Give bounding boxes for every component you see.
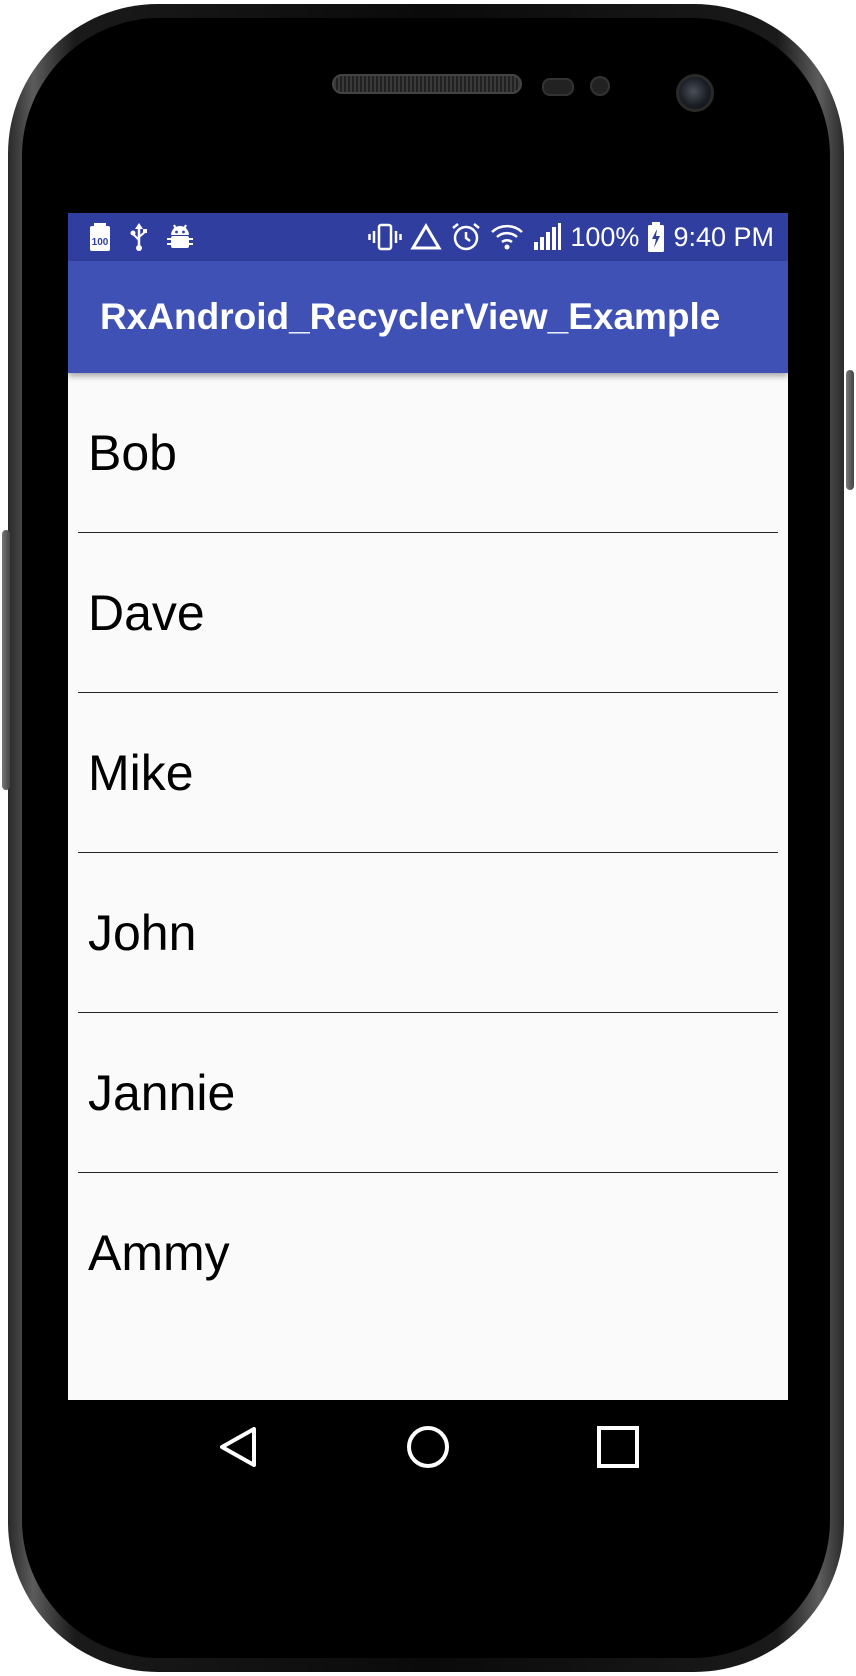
app-toolbar: RxAndroid_RecyclerView_Example: [68, 261, 788, 373]
status-bar: 100 100% 9:40 PM: [68, 213, 788, 261]
status-left-icons: 100: [88, 213, 194, 261]
list-item[interactable]: Mike: [68, 693, 788, 853]
list-item-label: Jannie: [88, 1065, 236, 1121]
navigation-bar: [68, 1400, 788, 1494]
battery-charging-icon: [647, 221, 665, 253]
list-item-label: Ammy: [88, 1225, 230, 1281]
power-button[interactable]: [846, 370, 854, 490]
vibrate-icon: [368, 222, 403, 252]
list-item-label: Bob: [88, 425, 177, 481]
list-item[interactable]: Bob: [68, 373, 788, 533]
list-item-label: Dave: [88, 585, 205, 641]
volume-button[interactable]: [2, 530, 10, 790]
earpiece-speaker: [332, 74, 522, 94]
list-item[interactable]: Dave: [68, 533, 788, 693]
recycler-list[interactable]: Bob Dave Mike John Jannie Ammy: [68, 373, 788, 1333]
status-right-icons: 100% 9:40 PM: [368, 213, 774, 261]
status-time: 9:40 PM: [673, 221, 774, 252]
battery-percent: 100%: [570, 221, 640, 252]
back-icon: [220, 1427, 256, 1467]
front-camera: [676, 74, 714, 112]
home-icon: [407, 1426, 449, 1468]
list-item[interactable]: John: [68, 853, 788, 1013]
list-item[interactable]: Jannie: [68, 1013, 788, 1173]
warning-triangle-icon: [410, 222, 443, 252]
signal-icon: [532, 222, 562, 252]
list-item-label: Mike: [88, 745, 194, 801]
list-item-label: John: [88, 905, 197, 961]
proximity-sensor: [542, 78, 574, 96]
light-sensor: [590, 76, 610, 96]
alarm-icon: [450, 221, 482, 253]
home-button[interactable]: [380, 1400, 476, 1494]
back-button[interactable]: [190, 1400, 286, 1494]
list-item[interactable]: Ammy: [68, 1173, 788, 1333]
svg-text:100: 100: [92, 237, 109, 248]
recents-icon: [597, 1426, 639, 1468]
battery-100-icon: 100: [88, 222, 112, 252]
toolbar-title: RxAndroid_RecyclerView_Example: [100, 296, 721, 337]
android-debug-icon: [166, 222, 194, 252]
app-screen: 100 100% 9:40 PM RxAndroid_RecyclerView_…: [68, 213, 788, 1493]
recents-button[interactable]: [570, 1400, 666, 1494]
wifi-icon: [490, 223, 524, 251]
usb-icon: [130, 222, 148, 252]
